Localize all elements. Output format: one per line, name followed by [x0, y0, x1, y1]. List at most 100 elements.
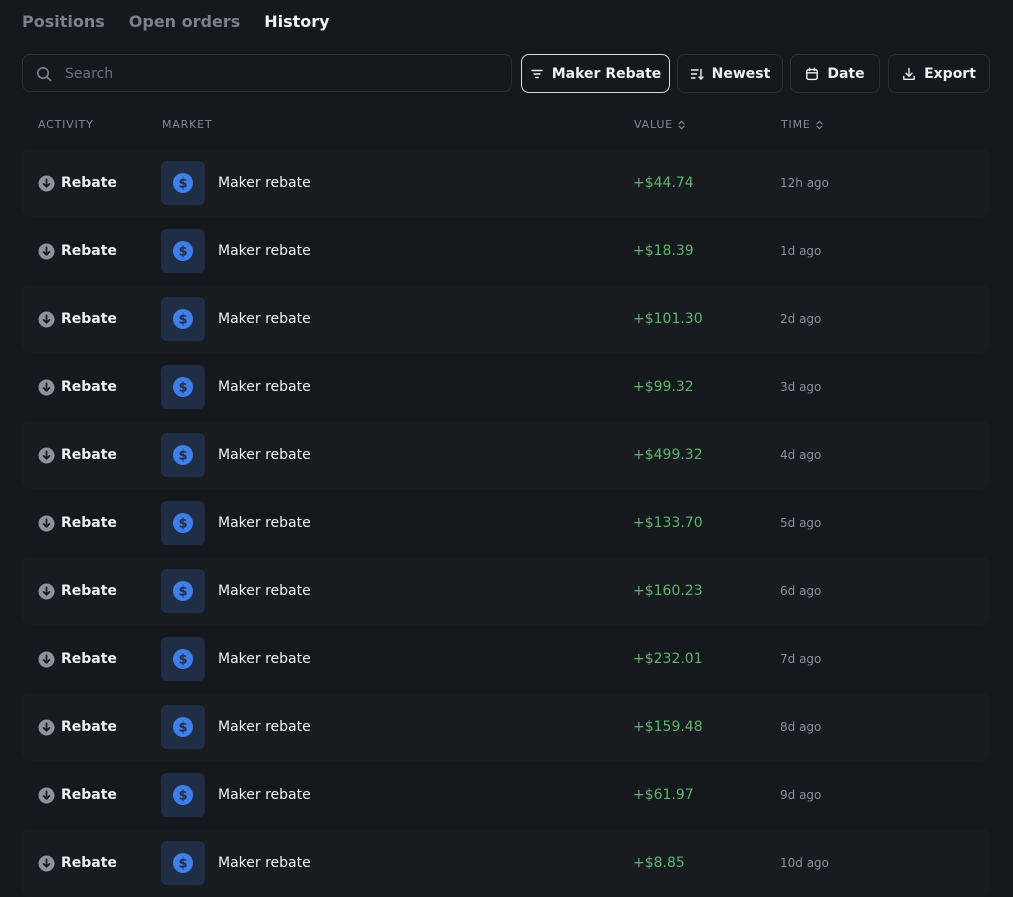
- svg-text:$: $: [178, 584, 187, 599]
- table-row[interactable]: Rebate $ Maker rebate +$133.70 5d ago: [22, 489, 990, 557]
- calendar-icon: [806, 67, 819, 80]
- dollar-coin-icon: $: [173, 513, 193, 533]
- activity-label: Rebate: [61, 515, 117, 531]
- svg-text:$: $: [178, 244, 187, 259]
- column-header-time[interactable]: TIME: [781, 118, 824, 131]
- market-name: Maker rebate: [218, 651, 311, 667]
- value-amount: +$99.32: [633, 379, 694, 395]
- table-row[interactable]: Rebate $ Maker rebate +$44.74 12h ago: [22, 149, 990, 217]
- market-name: Maker rebate: [218, 583, 311, 599]
- market-icon-badge: $: [161, 705, 205, 749]
- dollar-coin-icon: $: [173, 785, 193, 805]
- table-row[interactable]: Rebate $ Maker rebate +$160.23 6d ago: [22, 557, 990, 625]
- arrow-down-circle-icon: [38, 447, 55, 463]
- table-row[interactable]: Rebate $ Maker rebate +$101.30 2d ago: [22, 285, 990, 353]
- sort-arrows-icon: [816, 120, 823, 129]
- arrow-down-circle-icon: [38, 175, 55, 191]
- activity-cell: Rebate: [38, 693, 117, 761]
- activity-cell: Rebate: [38, 353, 117, 421]
- table-row[interactable]: Rebate $ Maker rebate +$232.01 7d ago: [22, 625, 990, 693]
- tab-bar: Positions Open orders History: [22, 12, 330, 31]
- table-row[interactable]: Rebate $ Maker rebate +$159.48 8d ago: [22, 693, 990, 761]
- activity-label: Rebate: [61, 651, 117, 667]
- value-amount: +$159.48: [633, 719, 703, 735]
- market-name: Maker rebate: [218, 855, 311, 871]
- table-row[interactable]: Rebate $ Maker rebate +$61.97 9d ago: [22, 761, 990, 829]
- time-ago: 2d ago: [780, 312, 822, 326]
- date-filter-button[interactable]: Date: [790, 54, 880, 93]
- market-name: Maker rebate: [218, 175, 311, 191]
- activity-cell: Rebate: [38, 557, 117, 625]
- value-amount: +$18.39: [633, 243, 694, 259]
- market-icon-badge: $: [161, 501, 205, 545]
- market-icon-badge: $: [161, 433, 205, 477]
- activity-cell: Rebate: [38, 489, 117, 557]
- sort-arrows-icon: [678, 120, 685, 129]
- arrow-down-circle-icon: [38, 719, 55, 735]
- time-ago: 10d ago: [780, 856, 830, 870]
- value-amount: +$61.97: [633, 787, 694, 803]
- toolbar: Maker Rebate Newest Date: [22, 53, 990, 94]
- tab-history[interactable]: History: [264, 12, 329, 31]
- market-name: Maker rebate: [218, 311, 311, 327]
- sort-newest-button[interactable]: Newest: [677, 54, 783, 93]
- filter-button-label: Maker Rebate: [551, 65, 662, 82]
- arrow-down-circle-icon: [38, 855, 55, 871]
- svg-text:$: $: [178, 788, 187, 803]
- activity-label: Rebate: [61, 583, 117, 599]
- activity-label: Rebate: [61, 787, 117, 803]
- market-icon-badge: $: [161, 841, 205, 885]
- sort-icon: [690, 68, 704, 80]
- tab-positions[interactable]: Positions: [22, 12, 105, 31]
- activity-cell: Rebate: [38, 761, 117, 829]
- export-button[interactable]: Export: [888, 54, 990, 93]
- export-button-label: Export: [924, 65, 976, 82]
- table-header: ACTIVITY MARKET VALUE TIME: [0, 118, 1013, 132]
- dollar-coin-icon: $: [173, 445, 193, 465]
- column-header-value[interactable]: VALUE: [634, 118, 686, 131]
- table-row[interactable]: Rebate $ Maker rebate +$18.39 1d ago: [22, 217, 990, 285]
- activity-cell: Rebate: [38, 421, 117, 489]
- dollar-coin-icon: $: [173, 649, 193, 669]
- dollar-coin-icon: $: [173, 241, 193, 261]
- activity-cell: Rebate: [38, 149, 117, 217]
- svg-text:$: $: [178, 176, 187, 191]
- table-row[interactable]: Rebate $ Maker rebate +$99.32 3d ago: [22, 353, 990, 421]
- arrow-down-circle-icon: [38, 515, 55, 531]
- dollar-coin-icon: $: [173, 377, 193, 397]
- value-amount: +$133.70: [633, 515, 703, 531]
- market-icon-badge: $: [161, 569, 205, 613]
- dollar-coin-icon: $: [173, 581, 193, 601]
- value-amount: +$101.30: [633, 311, 703, 327]
- arrow-down-circle-icon: [38, 379, 55, 395]
- table-row[interactable]: Rebate $ Maker rebate +$499.32 4d ago: [22, 421, 990, 489]
- tab-open-orders[interactable]: Open orders: [129, 12, 240, 31]
- column-header-time-label: TIME: [781, 118, 811, 131]
- svg-text:$: $: [178, 856, 187, 871]
- value-amount: +$8.85: [633, 855, 685, 871]
- value-amount: +$232.01: [633, 651, 703, 667]
- column-header-value-label: VALUE: [634, 118, 673, 131]
- arrow-down-circle-icon: [38, 787, 55, 803]
- search-box: [22, 54, 512, 93]
- maker-rebate-filter-button[interactable]: Maker Rebate: [521, 54, 670, 93]
- activity-cell: Rebate: [38, 625, 117, 693]
- activity-label: Rebate: [61, 243, 117, 259]
- market-name: Maker rebate: [218, 515, 311, 531]
- market-icon-badge: $: [161, 773, 205, 817]
- value-amount: +$160.23: [633, 583, 703, 599]
- activity-label: Rebate: [61, 855, 117, 871]
- value-amount: +$499.32: [633, 447, 703, 463]
- svg-text:$: $: [178, 720, 187, 735]
- svg-text:$: $: [178, 652, 187, 667]
- time-ago: 12h ago: [780, 176, 830, 190]
- arrow-down-circle-icon: [38, 651, 55, 667]
- search-input[interactable]: [63, 55, 507, 93]
- time-ago: 8d ago: [780, 720, 822, 734]
- sort-button-label: Newest: [711, 65, 771, 82]
- arrow-down-circle-icon: [38, 311, 55, 327]
- table-row[interactable]: Rebate $ Maker rebate +$8.85 10d ago: [22, 829, 990, 897]
- market-name: Maker rebate: [218, 379, 311, 395]
- activity-label: Rebate: [61, 719, 117, 735]
- column-header-activity: ACTIVITY: [38, 118, 94, 131]
